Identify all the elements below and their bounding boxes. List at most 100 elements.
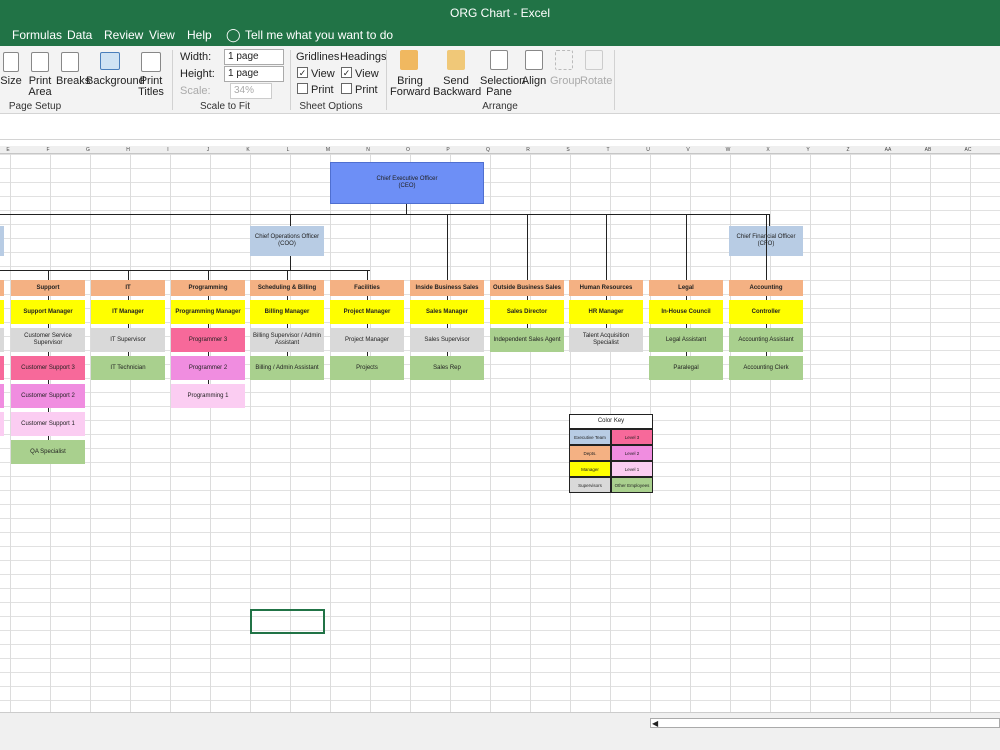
manager-box[interactable]: Support Manager <box>11 300 85 324</box>
employee-box[interactable]: Independent Sales Agent <box>490 328 564 352</box>
group-button[interactable]: Group <box>550 76 581 87</box>
employee-box[interactable]: Sales Supervisor <box>410 328 484 352</box>
dept-box[interactable]: Support <box>11 280 85 296</box>
dept-box[interactable]: Outside Business Sales <box>490 280 564 296</box>
column-header-s[interactable]: S <box>548 146 588 154</box>
employee-box[interactable]: Programmer 2 <box>171 356 245 380</box>
tab-formulas[interactable]: Formulas <box>12 24 62 46</box>
bring-forward-button[interactable]: Bring Forward <box>390 76 430 98</box>
column-header-ac[interactable]: AC <box>948 146 988 154</box>
employee-box[interactable]: IT Supervisor <box>91 328 165 352</box>
column-header-ad[interactable]: AD <box>988 146 1000 154</box>
align-button[interactable]: Align <box>520 76 548 87</box>
rotate-button[interactable]: Rotate <box>580 76 612 87</box>
employee-box[interactable]: Billing / Admin Assistant <box>250 356 324 380</box>
column-header-h[interactable]: H <box>108 146 148 154</box>
column-header-u[interactable]: U <box>628 146 668 154</box>
column-header-j[interactable]: J <box>188 146 228 154</box>
employee-box[interactable]: Sales Rep <box>410 356 484 380</box>
headings-view-checkbox[interactable]: ✓ <box>341 67 352 78</box>
width-dropdown[interactable]: 1 page <box>224 49 284 65</box>
selection-pane-button[interactable]: Selection Pane <box>480 76 525 98</box>
manager-box[interactable]: HR Manager <box>569 300 643 324</box>
column-header-l[interactable]: L <box>268 146 308 154</box>
manager-box[interactable]: Sales Director <box>490 300 564 324</box>
employee-box[interactable]: Accounting Assistant <box>729 328 803 352</box>
employee-box[interactable]: Billing Supervisor / Admin Assistant <box>250 328 324 352</box>
employee-box[interactable]: Project Manager <box>330 328 404 352</box>
column-header-x[interactable]: X <box>748 146 788 154</box>
manager-box[interactable]: Billing Manager <box>250 300 324 324</box>
dept-box[interactable]: IT <box>91 280 165 296</box>
column-header-i[interactable]: I <box>148 146 188 154</box>
manager-box[interactable]: Project Manager <box>330 300 404 324</box>
column-header-z[interactable]: Z <box>828 146 868 154</box>
worksheet-grid[interactable]: Chief Executive Officer (CEO) Chief Opera… <box>0 154 1000 712</box>
employee-box[interactable]: Projects <box>330 356 404 380</box>
employee-box[interactable]: Programming 1 <box>171 384 245 408</box>
print-titles-button[interactable]: Print Titles <box>137 76 165 98</box>
gridlines-view-checkbox[interactable]: ✓ <box>297 67 308 78</box>
selected-cell[interactable] <box>250 609 325 634</box>
column-header-t[interactable]: T <box>588 146 628 154</box>
column-header-n[interactable]: N <box>348 146 388 154</box>
employee-box[interactable]: QA Specialist <box>11 440 85 464</box>
headings-print-checkbox[interactable] <box>341 83 352 94</box>
tell-me-search[interactable]: Tell me what you want to do <box>245 24 393 46</box>
column-header-ab[interactable]: AB <box>908 146 948 154</box>
dept-box[interactable]: Legal <box>649 280 723 296</box>
column-header-f[interactable]: F <box>28 146 68 154</box>
employee-box[interactable]: Accounting Clerk <box>729 356 803 380</box>
print-area-button[interactable]: Print Area <box>24 76 56 98</box>
ceo-box[interactable]: Chief Executive Officer (CEO) <box>330 162 484 204</box>
height-dropdown[interactable]: 1 page <box>224 66 284 82</box>
employee-box[interactable]: Customer Support 1 <box>11 412 85 436</box>
manager-box[interactable]: Programming Manager <box>171 300 245 324</box>
column-header-k[interactable]: K <box>228 146 268 154</box>
column-header-e[interactable]: E <box>0 146 28 154</box>
coo-box[interactable]: Chief Operations Officer (COO) <box>250 226 324 256</box>
dept-box[interactable]: Facilities <box>330 280 404 296</box>
dept-box[interactable]: Scheduling & Billing <box>250 280 324 296</box>
horizontal-scrollbar[interactable] <box>650 718 1000 728</box>
scroll-left-icon[interactable]: ◀ <box>652 719 658 728</box>
tab-data[interactable]: Data <box>67 24 92 46</box>
size-button[interactable]: Size <box>0 76 22 87</box>
scale-spinner[interactable]: 34% <box>230 83 272 99</box>
gridlines-print-checkbox[interactable] <box>297 83 308 94</box>
manager-box[interactable]: In-House Council <box>649 300 723 324</box>
dept-box[interactable]: Inside Business Sales <box>410 280 484 296</box>
employee-box[interactable]: Programmer 3 <box>171 328 245 352</box>
column-header-g[interactable]: G <box>68 146 108 154</box>
dept-box[interactable]: Human Resources <box>569 280 643 296</box>
manager-box[interactable]: IT Manager <box>91 300 165 324</box>
manager-box[interactable]: Sales Manager <box>410 300 484 324</box>
dept-box[interactable]: Programming <box>171 280 245 296</box>
column-header-m[interactable]: M <box>308 146 348 154</box>
column-header-v[interactable]: V <box>668 146 708 154</box>
employee-box[interactable]: Customer Service Supervisor <box>11 328 85 352</box>
employee-box[interactable]: Customer Support 2 <box>11 384 85 408</box>
column-header-y[interactable]: Y <box>788 146 828 154</box>
dept-box[interactable]: Accounting <box>729 280 803 296</box>
column-header-o[interactable]: O <box>388 146 428 154</box>
tab-review[interactable]: Review <box>104 24 143 46</box>
column-header-aa[interactable]: AA <box>868 146 908 154</box>
employee-box[interactable]: Customer Support 3 <box>11 356 85 380</box>
employee-box[interactable]: IT Technician <box>91 356 165 380</box>
employee-box[interactable]: Talent Acquisition Specialist <box>569 328 643 352</box>
employee-box[interactable]: Legal Assistant <box>649 328 723 352</box>
column-header-w[interactable]: W <box>708 146 748 154</box>
employee-box[interactable]: Paralegal <box>649 356 723 380</box>
breaks-button[interactable]: Breaks <box>56 76 90 87</box>
tab-help[interactable]: Help <box>187 24 212 46</box>
tab-view[interactable]: View <box>149 24 175 46</box>
connector-line <box>0 270 370 271</box>
manager-box[interactable]: Controller <box>729 300 803 324</box>
send-backward-button[interactable]: Send Backward <box>433 76 481 98</box>
formula-bar[interactable] <box>0 114 1000 140</box>
background-button[interactable]: Background <box>86 76 145 87</box>
column-header-r[interactable]: R <box>508 146 548 154</box>
column-header-p[interactable]: P <box>428 146 468 154</box>
column-header-q[interactable]: Q <box>468 146 508 154</box>
